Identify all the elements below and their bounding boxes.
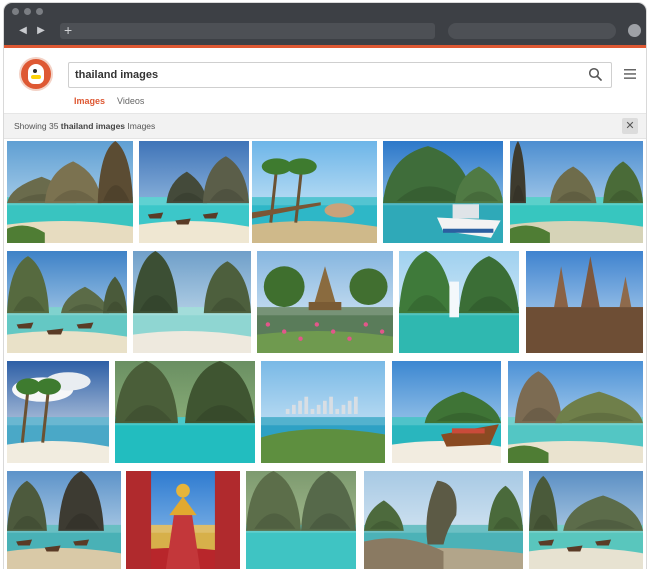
results-prefix: Showing 35 — [14, 121, 61, 131]
tab-videos[interactable]: Videos — [117, 96, 144, 106]
results-count-text: Showing 35 thailand images Images — [14, 121, 155, 131]
browser-tab[interactable]: + — [60, 23, 435, 39]
image-result-waterfall-lagoon[interactable] — [399, 251, 519, 353]
search-header: Images Videos — [4, 48, 646, 114]
image-result-james-bond-rock[interactable] — [364, 471, 523, 569]
image-result-stormy-beach[interactable] — [7, 361, 109, 463]
image-result-temple-garden[interactable] — [257, 251, 393, 353]
results-query: thailand images — [60, 121, 126, 131]
browser-chrome: ◀ ▶ + — [4, 3, 646, 45]
image-result-cove-boats[interactable] — [139, 141, 249, 243]
image-result-ancient-ruins[interactable] — [526, 251, 643, 353]
image-result-cliff-boats[interactable] — [529, 471, 643, 569]
search-type-tabs: Images Videos — [74, 96, 144, 106]
image-result-pier-palms[interactable] — [252, 141, 377, 243]
image-result-longtail-cliffs[interactable] — [7, 251, 127, 353]
forward-icon[interactable]: ▶ — [34, 24, 48, 38]
image-result-golden-buddha[interactable] — [126, 471, 240, 569]
results-info-bar: Showing 35 thailand images Images ✕ — [4, 114, 646, 139]
new-tab-icon[interactable]: + — [64, 23, 72, 38]
image-result-cliff-lagoon[interactable] — [246, 471, 356, 569]
profile-icon[interactable] — [628, 24, 641, 37]
results-suffix: Images — [125, 121, 156, 131]
image-result-lagoon-cliffs[interactable] — [115, 361, 255, 463]
image-result-bay-cliffs[interactable] — [7, 141, 133, 243]
tab-images[interactable]: Images — [74, 96, 105, 106]
image-result-beach-cliff[interactable] — [133, 251, 251, 353]
image-grid — [4, 138, 646, 569]
image-result-city-coast[interactable] — [261, 361, 385, 463]
image-result-railay-cliffs[interactable] — [508, 361, 643, 463]
address-bar[interactable] — [448, 23, 616, 39]
browser-window: ◀ ▶ + Imag — [4, 3, 646, 569]
duckduckgo-logo-icon[interactable] — [21, 59, 51, 89]
browser-toolbar: ◀ ▶ + — [8, 20, 642, 42]
hamburger-menu-icon[interactable] — [624, 69, 636, 79]
maximize-window-dot[interactable] — [36, 8, 43, 15]
image-result-longtail-island[interactable] — [392, 361, 501, 463]
image-result-bay-island[interactable] — [510, 141, 643, 243]
search-input[interactable] — [75, 66, 575, 83]
search-box — [68, 62, 612, 88]
magnifier-icon[interactable] — [588, 67, 602, 81]
image-result-beach-boats[interactable] — [7, 471, 121, 569]
back-icon[interactable]: ◀ — [16, 24, 30, 38]
close-window-dot[interactable] — [12, 8, 19, 15]
window-controls — [12, 8, 43, 15]
logo-duck-beak — [31, 75, 41, 79]
image-result-boat-cliff[interactable] — [383, 141, 503, 243]
logo-duck-eye — [33, 69, 37, 73]
logo-duck-face — [28, 64, 44, 84]
close-results-button[interactable]: ✕ — [622, 118, 638, 134]
minimize-window-dot[interactable] — [24, 8, 31, 15]
